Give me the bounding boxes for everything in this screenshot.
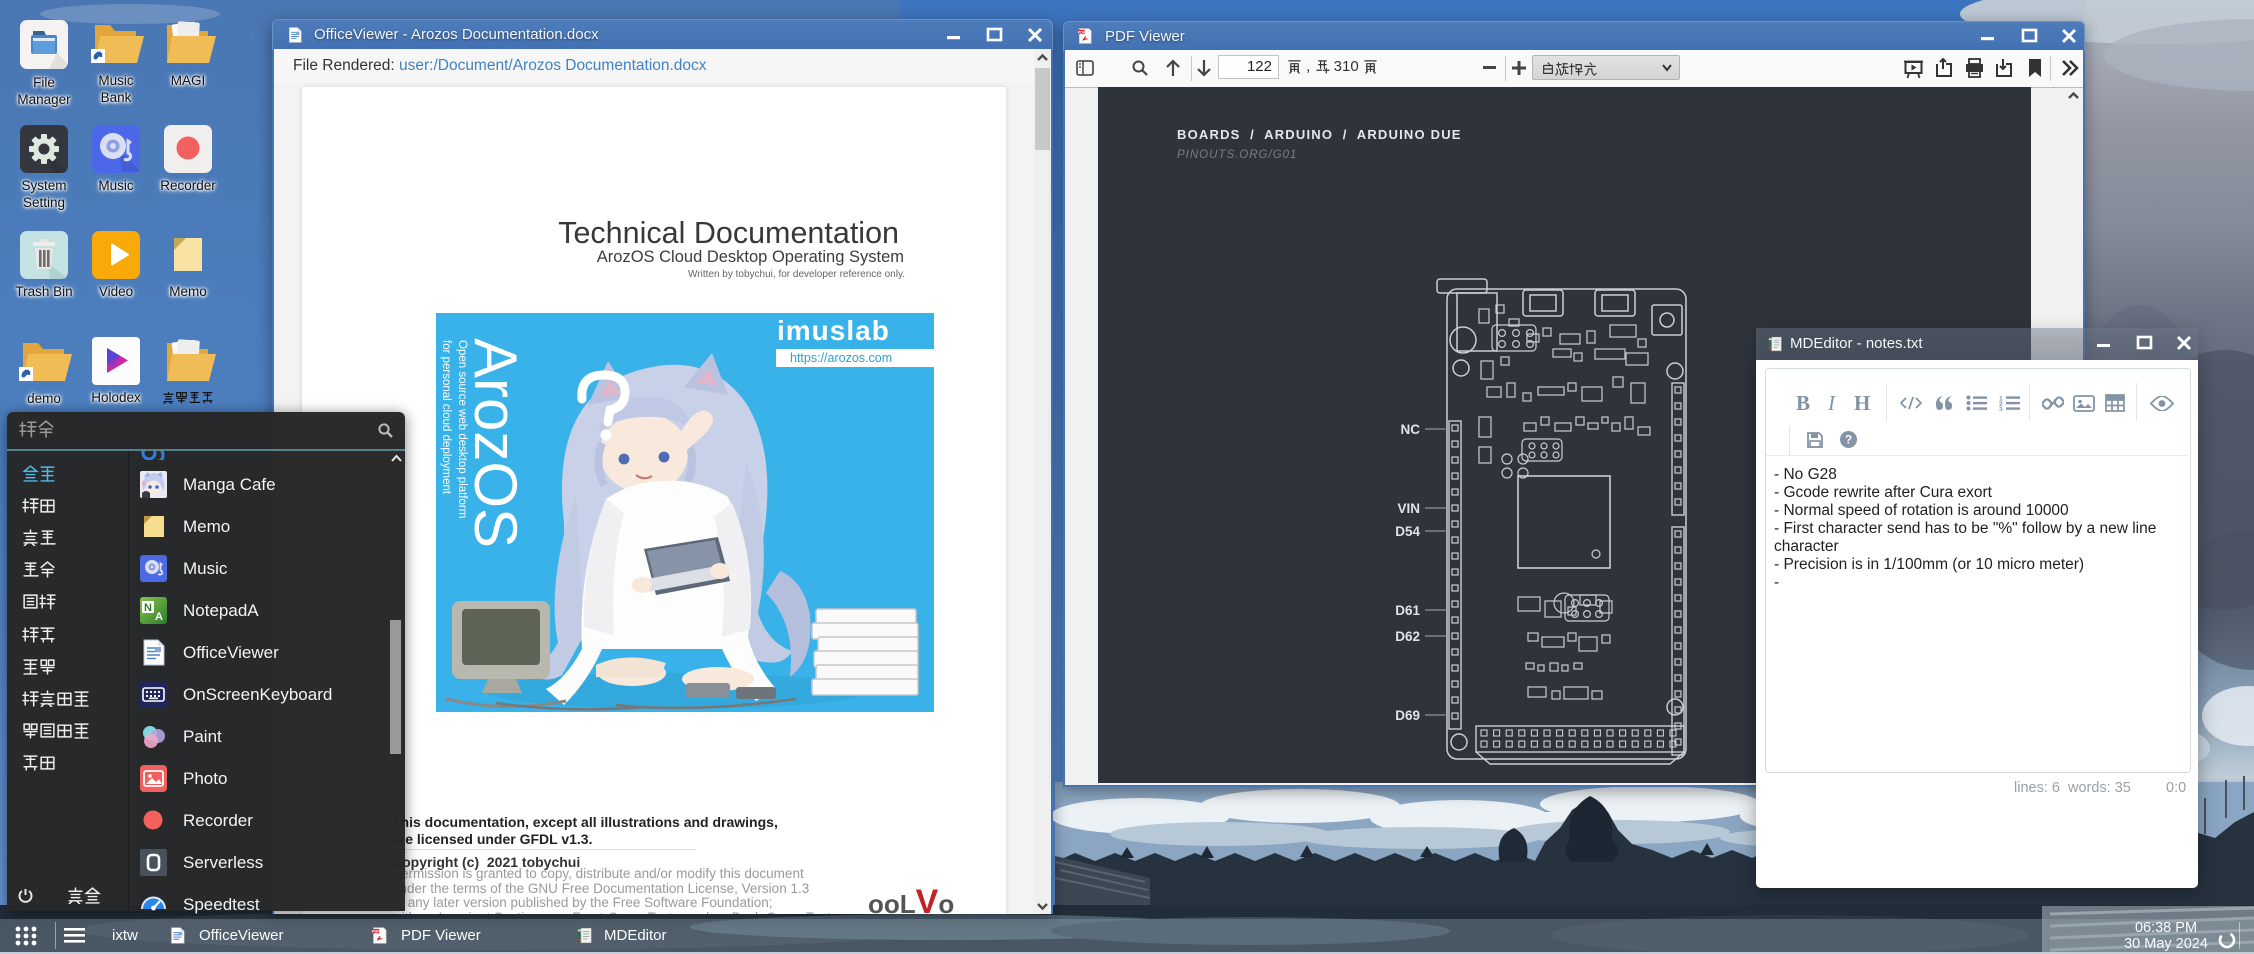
svg-text:PINOUTS.ORG/G01: PINOUTS.ORG/G01 [1177, 149, 1297, 161]
svg-text:D62: D62 [1395, 629, 1420, 644]
svg-text:N: N [144, 602, 152, 614]
svg-text:?: ? [1845, 433, 1852, 447]
svg-text:PDF: PDF [372, 930, 380, 934]
svg-text:D69: D69 [1395, 708, 1420, 723]
svg-text:D54: D54 [1395, 524, 1420, 539]
svg-text:BOARDS / ARDUINO / ARDUINO: BOARDS / ARDUINO / ARDUINO DUE [1177, 127, 1462, 142]
svg-text:A: A [155, 611, 163, 623]
svg-text:3: 3 [1999, 407, 2003, 412]
svg-text:VIN: VIN [1397, 501, 1420, 516]
svg-text:PDF: PDF [1078, 30, 1086, 34]
svg-text:D61: D61 [1395, 603, 1420, 618]
svg-text:NC: NC [1401, 422, 1421, 437]
